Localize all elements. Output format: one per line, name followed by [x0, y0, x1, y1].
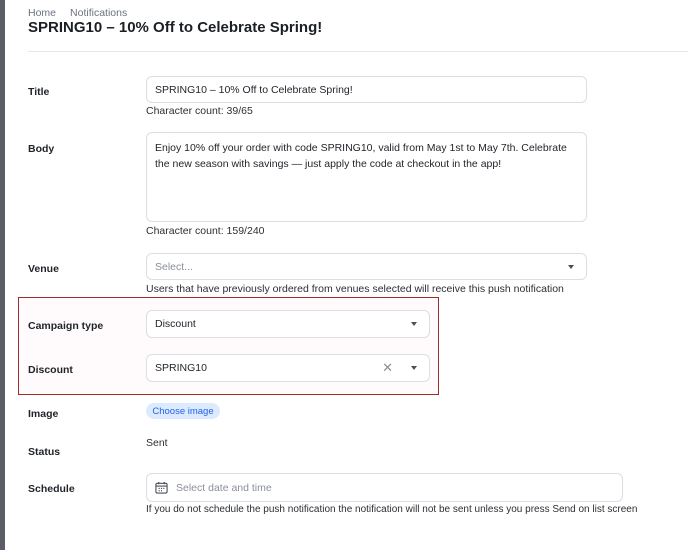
discount-value: SPRING10 [155, 362, 207, 374]
title-input-value: SPRING10 – 10% Off to Celebrate Spring! [155, 83, 353, 96]
close-icon[interactable]: ✕ [382, 360, 393, 376]
body-textarea-value: Enjoy 10% off your order with code SPRIN… [155, 142, 567, 170]
title-input[interactable]: SPRING10 – 10% Off to Celebrate Spring! [146, 76, 587, 103]
schedule-datetime-input[interactable]: Select date and time [146, 473, 623, 502]
campaign-type-value: Discount [155, 318, 196, 330]
breadcrumb-home[interactable]: Home [28, 7, 56, 19]
venue-placeholder: Select... [155, 260, 193, 273]
calendar-icon[interactable] [155, 481, 168, 494]
header-divider [28, 51, 688, 52]
body-char-count: Character count: 159/240 [146, 225, 265, 237]
discount-label: Discount [28, 364, 73, 376]
schedule-hint: If you do not schedule the push notifica… [146, 504, 638, 515]
choose-image-button[interactable]: Choose image [146, 403, 220, 419]
title-char-count: Character count: 39/65 [146, 105, 253, 117]
discount-select[interactable]: SPRING10 ✕ [146, 354, 430, 382]
venue-label: Venue [28, 263, 59, 275]
body-label: Body [28, 143, 55, 155]
status-label: Status [28, 446, 61, 458]
schedule-label: Schedule [28, 483, 75, 495]
image-label: Image [28, 408, 59, 420]
title-label: Title [28, 86, 50, 98]
venue-hint: Users that have previously ordered from … [146, 283, 564, 295]
status-value: Sent [146, 437, 168, 449]
breadcrumb-current: Notifications [70, 7, 128, 19]
campaign-type-select[interactable]: Discount [146, 310, 430, 338]
chevron-down-icon[interactable] [411, 366, 417, 370]
window-edge [0, 0, 5, 550]
venue-select[interactable]: Select... [146, 253, 587, 280]
chevron-down-icon[interactable] [411, 322, 417, 326]
breadcrumb: Home Notifications [28, 7, 127, 19]
body-textarea[interactable]: Enjoy 10% off your order with code SPRIN… [146, 132, 587, 222]
schedule-placeholder: Select date and time [176, 481, 272, 494]
campaign-type-label: Campaign type [28, 320, 104, 332]
page-title: SPRING10 – 10% Off to Celebrate Spring! [28, 19, 323, 36]
chevron-down-icon[interactable] [568, 264, 574, 269]
